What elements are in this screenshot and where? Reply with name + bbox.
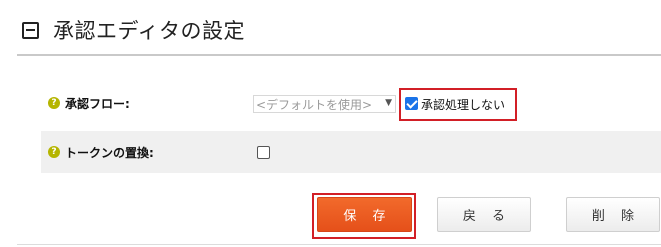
help-icon[interactable]: ? [48,97,60,109]
chevron-down-icon: ▼ [385,98,392,108]
page-title: 承認エディタの設定 [53,19,246,43]
back-button[interactable]: 戻 る [437,197,531,232]
token-replace-row: ? トークンの置換: [41,131,661,173]
highlight-box [399,88,517,121]
approval-flow-label: 承認フロー: [65,96,130,111]
token-replace-label: トークンの置換: [65,145,154,160]
delete-button[interactable]: 削 除 [566,197,660,232]
approval-flow-select[interactable]: <デフォルトを使用> ▼ [253,95,396,113]
help-icon[interactable]: ? [48,146,60,158]
header-divider [17,54,661,56]
footer-divider [17,244,661,245]
page-header: 承認エディタの設定 [22,10,245,50]
token-replace-checkbox[interactable] [257,146,270,159]
highlight-box [312,193,416,239]
approval-flow-select-value: <デフォルトを使用> [256,97,373,112]
collapse-icon[interactable] [22,21,39,39]
